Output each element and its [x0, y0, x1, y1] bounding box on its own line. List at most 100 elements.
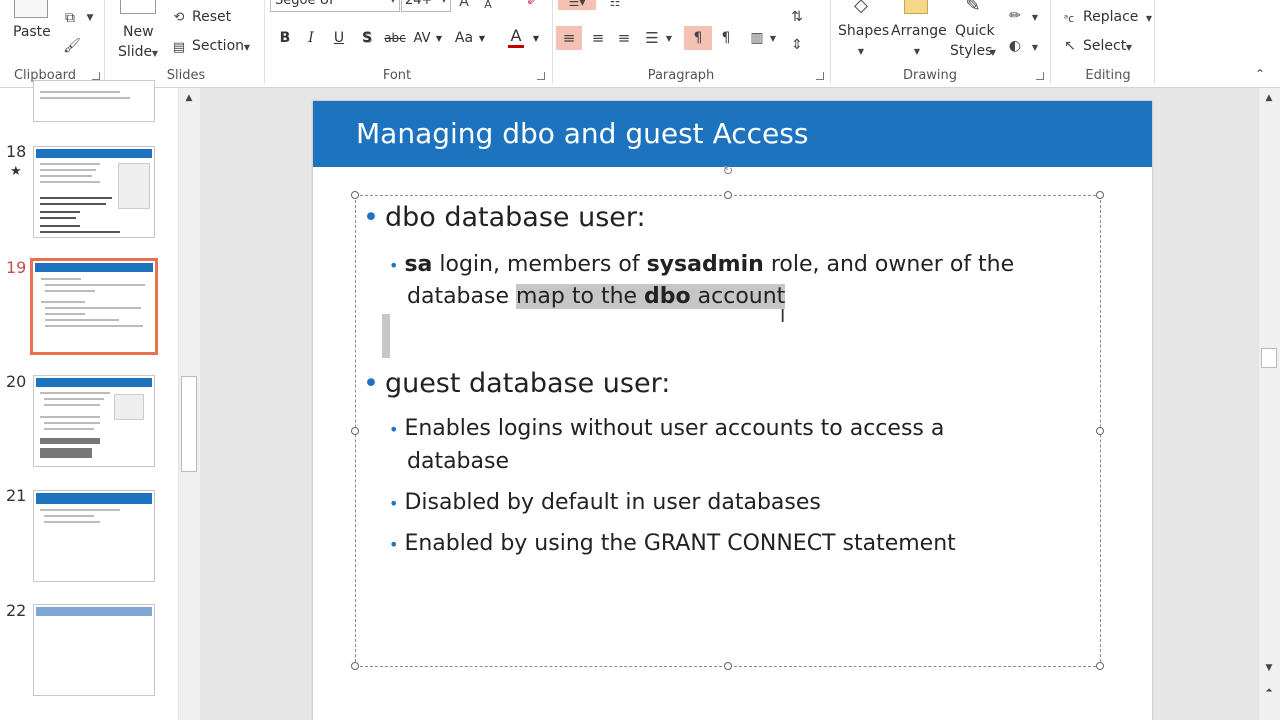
slide-thumbnail-17[interactable] — [33, 80, 155, 122]
select-icon[interactable]: ↖ — [1060, 36, 1080, 56]
bold-button[interactable]: B — [276, 28, 294, 48]
columns-dropdown-icon[interactable]: ▼ — [768, 30, 778, 46]
shapes-button[interactable]: Shapes — [838, 23, 889, 39]
slide-thumbnail-21[interactable] — [33, 490, 155, 582]
rtl-direction-icon[interactable]: ¶ — [714, 26, 738, 50]
shrink-font-icon[interactable]: A — [480, 0, 496, 12]
align-left-icon[interactable]: ≡ — [556, 26, 582, 50]
reset-button[interactable]: Reset — [192, 9, 231, 25]
resize-handle-ml[interactable] — [351, 427, 359, 435]
bullets-icon[interactable]: ☰▾ — [558, 0, 596, 10]
change-case-button[interactable]: Aa — [452, 28, 476, 48]
replace-button[interactable]: Replace — [1083, 9, 1138, 25]
slide-title[interactable]: Managing dbo and guest Access — [356, 117, 808, 150]
paste-icon[interactable] — [14, 0, 48, 18]
resize-handle-tm[interactable] — [724, 191, 732, 199]
grow-font-icon[interactable]: A — [456, 0, 472, 10]
font-color-dropdown-icon[interactable]: ▼ — [532, 28, 540, 48]
font-size-dropdown-icon[interactable]: ▼ — [441, 0, 447, 4]
copy-icon[interactable]: ⧉ — [60, 8, 80, 28]
slide-scroll-thumb[interactable] — [1261, 348, 1277, 368]
bullet-guest-sub3[interactable]: • Enabled by using the GRANT CONNECT stat… — [389, 531, 956, 556]
replace-icon[interactable]: ᵃc — [1058, 8, 1080, 28]
shape-fill-dropdown-icon[interactable]: ▼ — [1030, 10, 1040, 24]
quick-styles-icon[interactable]: ✎ — [960, 0, 986, 16]
drawing-launcher-icon[interactable] — [1036, 72, 1044, 80]
clipboard-launcher-icon[interactable] — [92, 72, 100, 80]
shapes-dropdown-icon[interactable]: ▼ — [856, 44, 866, 58]
bullet-guest-sub1[interactable]: • Enables logins without user accounts to… — [389, 416, 944, 441]
quick-styles-dropdown-icon[interactable]: ▼ — [988, 45, 998, 59]
format-painter-icon[interactable]: 🖌 — [60, 36, 84, 56]
new-slide-button-line2[interactable]: Slide — [118, 44, 152, 60]
section-dropdown-icon[interactable]: ▼ — [242, 40, 252, 54]
bullet-dbo-sub1-line2[interactable]: database map to the dbo account — [407, 284, 786, 309]
font-launcher-icon[interactable] — [537, 72, 545, 80]
resize-handle-tl[interactable] — [351, 191, 359, 199]
thumbnail-scrollbar[interactable]: ▲ — [178, 88, 200, 720]
paste-button[interactable]: Paste — [13, 24, 51, 40]
section-button[interactable]: Section — [192, 38, 244, 54]
new-slide-dropdown-icon[interactable]: ▼ — [150, 46, 160, 60]
resize-handle-br[interactable] — [1096, 662, 1104, 670]
clear-formatting-icon[interactable]: ✐ — [524, 0, 540, 8]
font-color-button[interactable]: A — [506, 27, 526, 48]
align-text-icon[interactable]: ⇕ — [786, 34, 808, 56]
bullet-guest[interactable]: • guest database user: — [363, 368, 670, 399]
reset-icon[interactable]: ⟲ — [170, 8, 188, 26]
bullet-dbo-sub1-line1[interactable]: • sa login, members of sysadmin role, and… — [389, 252, 1014, 277]
justify-icon[interactable]: ☰ — [640, 26, 664, 50]
select-button[interactable]: Select — [1083, 38, 1126, 54]
previous-slide-icon[interactable]: ⏶ — [1261, 684, 1277, 698]
bullet-dbo[interactable]: • dbo database user: — [363, 202, 646, 233]
scroll-up-icon[interactable]: ▲ — [1261, 90, 1277, 106]
font-size-box[interactable]: 24+ ▼ — [401, 0, 451, 12]
section-icon[interactable]: ▤ — [170, 38, 188, 56]
scroll-up-icon[interactable]: ▲ — [181, 90, 197, 106]
shape-outline-icon[interactable]: ◐ — [1004, 36, 1026, 56]
justify-dropdown-icon[interactable]: ▼ — [664, 30, 674, 46]
character-spacing-dropdown-icon[interactable]: ▼ — [435, 28, 443, 48]
replace-dropdown-icon[interactable]: ▼ — [1144, 11, 1154, 25]
slide-thumbnail-18[interactable] — [33, 146, 155, 238]
shadow-button[interactable]: S — [358, 28, 376, 48]
arrange-icon[interactable] — [904, 0, 928, 14]
copy-dropdown-icon[interactable]: ▼ — [84, 8, 96, 28]
new-slide-button[interactable]: New — [123, 24, 154, 40]
change-case-dropdown-icon[interactable]: ▼ — [478, 28, 486, 48]
resize-handle-bl[interactable] — [351, 662, 359, 670]
arrange-dropdown-icon[interactable]: ▼ — [912, 44, 922, 58]
quick-styles-button[interactable]: Quick — [955, 23, 995, 39]
slide-scrollbar[interactable]: ▲ ▼ ⏶ — [1258, 88, 1280, 720]
rotate-handle-icon[interactable]: ↻ — [720, 163, 736, 179]
arrange-button[interactable]: Arrange — [891, 23, 947, 39]
thumbnail-scroll-thumb[interactable] — [181, 376, 197, 472]
underline-button[interactable]: U — [330, 28, 348, 48]
align-right-icon[interactable]: ≡ — [612, 26, 636, 50]
bullet-guest-sub1-line2[interactable]: database — [407, 449, 509, 474]
strikethrough-button[interactable]: abc — [383, 28, 407, 48]
bullet-guest-sub2[interactable]: • Disabled by default in user databases — [389, 490, 821, 515]
italic-button[interactable]: I — [302, 28, 320, 48]
shape-outline-dropdown-icon[interactable]: ▼ — [1030, 40, 1040, 54]
slide-thumbnail-19[interactable] — [30, 258, 158, 355]
character-spacing-button[interactable]: AV — [411, 28, 433, 48]
select-dropdown-icon[interactable]: ▼ — [1124, 40, 1134, 54]
resize-handle-mr[interactable] — [1096, 427, 1104, 435]
slide-thumbnail-22[interactable] — [33, 604, 155, 696]
shapes-icon[interactable]: ◇ — [846, 0, 876, 16]
ltr-direction-icon[interactable]: ¶ — [684, 26, 712, 50]
shape-fill-icon[interactable]: ✏ — [1004, 6, 1026, 26]
columns-icon[interactable]: ▥ — [746, 26, 768, 50]
font-name-dropdown-icon[interactable]: ▼ — [390, 0, 396, 4]
collapse-ribbon-icon[interactable]: ⌃ — [1252, 66, 1268, 82]
numbering-icon[interactable]: ☷ — [600, 0, 630, 10]
align-center-icon[interactable]: ≡ — [586, 26, 610, 50]
quick-styles-button-line2[interactable]: Styles — [950, 43, 992, 59]
text-direction-icon[interactable]: ⇅ — [786, 6, 808, 28]
resize-handle-bm[interactable] — [724, 662, 732, 670]
font-name-box[interactable]: Segoe UI ▼ — [270, 0, 400, 12]
scroll-down-icon[interactable]: ▼ — [1261, 660, 1277, 676]
slide-thumbnail-20[interactable] — [33, 375, 155, 467]
content-placeholder[interactable]: • dbo database user: • sa login, members o… — [351, 191, 1104, 670]
